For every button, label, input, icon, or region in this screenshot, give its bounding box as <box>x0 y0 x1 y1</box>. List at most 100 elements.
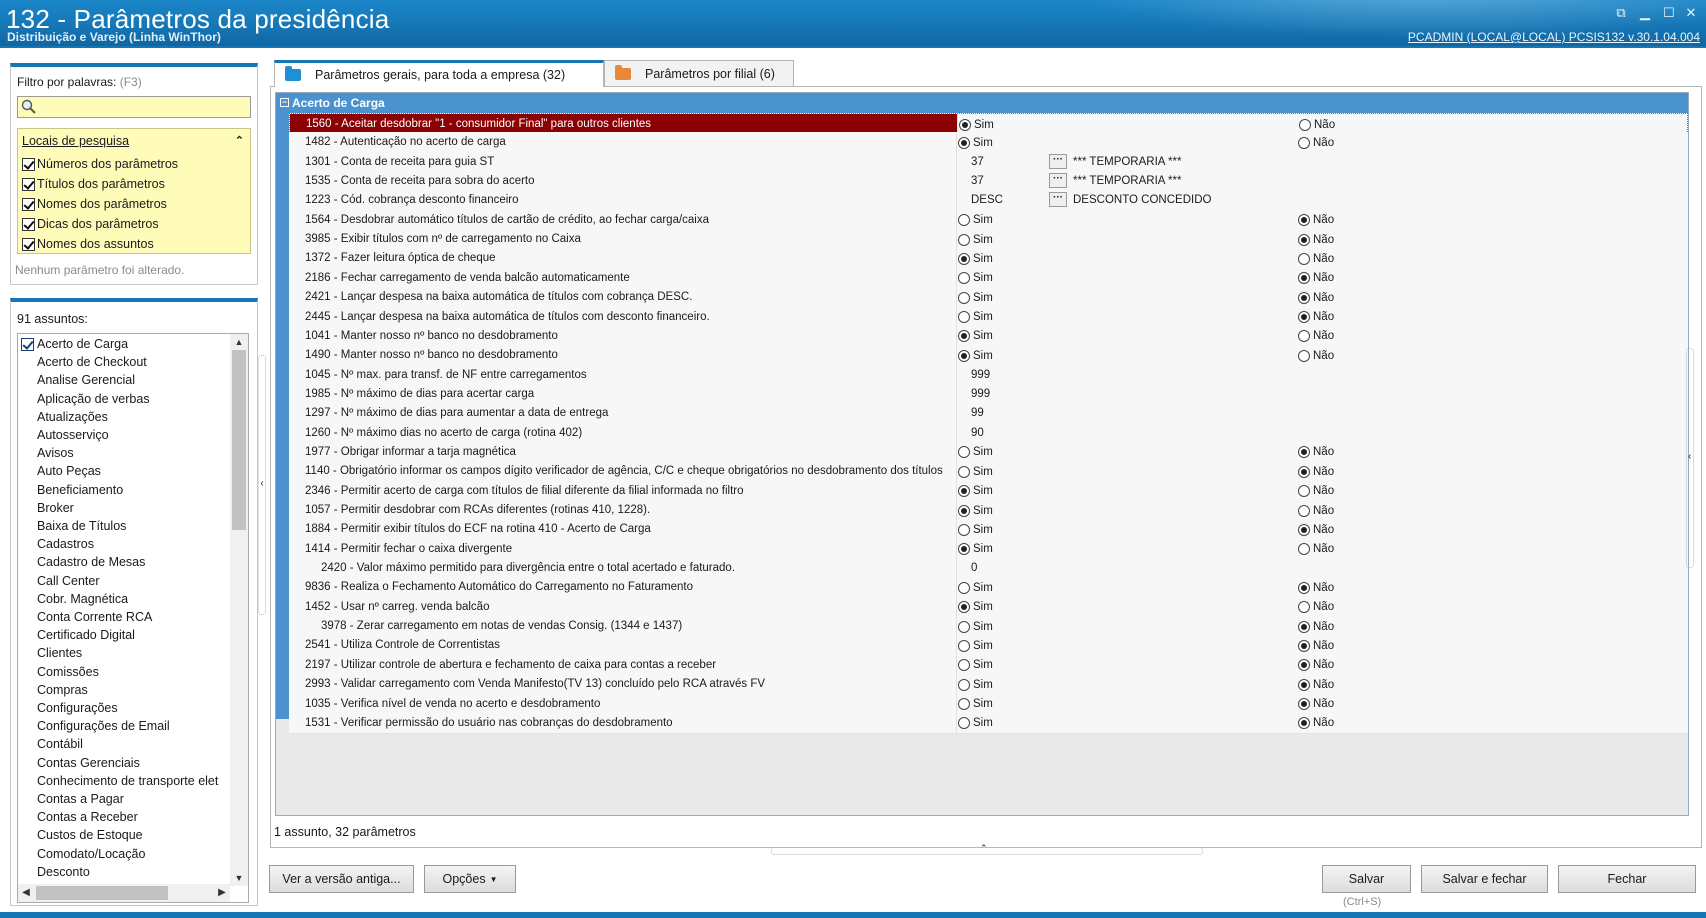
param-row[interactable]: 1564 - Desdobrar automático títulos de c… <box>289 209 1688 231</box>
radio-dot[interactable] <box>1298 214 1310 227</box>
radio-dot[interactable] <box>1298 465 1310 478</box>
param-row[interactable]: 2541 - Utiliza Controle de Correntistas S… <box>289 635 1688 657</box>
radio-dot[interactable] <box>958 581 970 594</box>
search-scope-option[interactable]: Dicas dos parâmetros <box>22 215 159 233</box>
radio-dot[interactable] <box>1298 485 1310 498</box>
radio-dot[interactable] <box>1298 330 1310 343</box>
radio-dot[interactable] <box>1298 504 1310 517</box>
subject-list-item[interactable]: Comissões <box>18 663 228 681</box>
subject-list-item[interactable]: Aplicação de verbas <box>18 390 228 408</box>
param-value[interactable]: 37 <box>971 171 984 191</box>
radio-nao[interactable]: Não <box>1298 698 1334 711</box>
param-row[interactable]: 1884 - Permitir exibir títulos do ECF na… <box>289 519 1688 541</box>
subject-list-item[interactable]: Beneficiamento <box>18 481 228 499</box>
subject-list-item[interactable]: Compras <box>18 681 228 699</box>
radio-dot[interactable] <box>958 620 970 633</box>
radio-sim[interactable]: Sim <box>958 252 993 265</box>
radio-dot[interactable] <box>958 465 970 478</box>
radio-dot[interactable] <box>958 485 970 498</box>
radio-dot[interactable] <box>1298 523 1310 536</box>
radio-sim[interactable]: Sim <box>958 543 993 556</box>
subject-list-item[interactable]: Clientes <box>18 644 228 662</box>
param-row[interactable]: 1372 - Fazer leitura óptica de cheque Sim… <box>289 248 1688 270</box>
radio-dot[interactable] <box>958 678 970 691</box>
radio-dot[interactable] <box>958 698 970 710</box>
radio-dot[interactable] <box>958 543 970 556</box>
radio-dot[interactable] <box>958 291 970 304</box>
radio-nao[interactable]: Não <box>1298 523 1334 536</box>
radio-dot[interactable] <box>1298 717 1310 730</box>
subject-list-item[interactable]: Contábil <box>18 735 228 753</box>
radio-nao[interactable]: Não <box>1298 678 1334 691</box>
radio-sim[interactable]: Sim <box>958 659 993 672</box>
param-row[interactable]: 9836 - Realiza o Fechamento Automático d… <box>289 577 1688 599</box>
radio-sim[interactable]: Sim <box>958 523 993 536</box>
param-row[interactable]: 1260 - Nº máximo dias no acerto de carga… <box>289 422 1688 444</box>
subject-list-item[interactable]: Cadastros <box>18 535 228 553</box>
subject-list-item[interactable]: Atualizações <box>18 408 228 426</box>
radio-dot[interactable] <box>1298 698 1310 710</box>
radio-sim[interactable]: Sim <box>958 349 993 362</box>
checkbox[interactable] <box>22 217 35 231</box>
param-row[interactable]: 1041 - Manter nosso nº banco no desdobra… <box>289 325 1688 347</box>
radio-sim[interactable]: Sim <box>958 601 993 614</box>
radio-dot[interactable] <box>1298 291 1310 304</box>
radio-dot[interactable] <box>958 601 970 614</box>
param-value[interactable]: 90 <box>971 423 984 443</box>
subject-list-item[interactable]: Call Center <box>18 572 228 590</box>
close-icon[interactable]: ✕ <box>1680 5 1702 21</box>
param-row[interactable]: 1535 - Conta de receita para sobra do ac… <box>289 171 1688 193</box>
radio-nao[interactable]: Não <box>1298 136 1334 149</box>
radio-sim[interactable]: Sim <box>958 465 993 478</box>
collapse-group-icon[interactable]: − <box>280 98 289 107</box>
radio-nao[interactable]: Não <box>1298 233 1334 246</box>
radio-nao[interactable]: Não <box>1298 620 1334 633</box>
param-row[interactable]: 1482 - Autenticação no acerto de carga Si… <box>289 132 1688 154</box>
scroll-down-icon[interactable]: ▼ <box>230 870 248 886</box>
subject-list-item[interactable]: Contas a Pagar <box>18 790 228 808</box>
radio-sim[interactable]: Sim <box>958 311 993 324</box>
subject-list-item[interactable]: Cadastro de Mesas <box>18 553 228 571</box>
subject-list-item[interactable]: Cobr. Magnética <box>18 590 228 608</box>
options-button[interactable]: Opções ▼ <box>424 865 516 893</box>
param-row[interactable]: 2420 - Valor máximo permitido para diver… <box>289 558 1688 580</box>
radio-sim[interactable]: Sim <box>958 639 993 652</box>
save-close-button[interactable]: Salvar e fechar <box>1421 865 1548 893</box>
param-value[interactable]: 99 <box>971 403 984 423</box>
radio-nao[interactable]: Não <box>1298 330 1334 343</box>
param-row[interactable]: 1985 - Nº máximo de dias para acertar ca… <box>289 383 1688 405</box>
save-button[interactable]: Salvar <box>1322 865 1411 893</box>
maximize-icon[interactable]: ☐ <box>1658 5 1680 21</box>
tab-general-params[interactable]: Parâmetros gerais, para toda a empresa (… <box>274 60 604 87</box>
search-input[interactable] <box>17 96 251 118</box>
radio-dot[interactable] <box>958 349 970 362</box>
radio-sim[interactable]: Sim <box>958 717 993 730</box>
radio-sim[interactable]: Sim <box>958 504 993 517</box>
param-row[interactable]: 1223 - Cód. cobrança desconto financeiro… <box>289 190 1688 212</box>
radio-sim[interactable]: Sim <box>958 446 993 459</box>
right-splitter-arrow-icon[interactable]: ‹ <box>1688 451 1691 462</box>
param-value[interactable]: 999 <box>971 384 990 404</box>
radio-dot[interactable] <box>958 659 970 672</box>
minimize-icon[interactable]: ▁ <box>1634 5 1656 21</box>
radio-sim[interactable]: Sim <box>958 233 993 246</box>
search-scope-title[interactable]: Locais de pesquisa <box>22 134 129 148</box>
radio-dot[interactable] <box>1298 620 1310 633</box>
radio-sim[interactable]: Sim <box>958 581 993 594</box>
checkbox[interactable] <box>21 338 34 351</box>
radio-nao[interactable]: Não <box>1298 485 1334 498</box>
radio-dot[interactable] <box>959 118 971 131</box>
param-row[interactable]: 1977 - Obrigar informar a tarja magnétic… <box>289 441 1688 463</box>
radio-nao[interactable]: Não <box>1298 272 1334 285</box>
restore-icon[interactable]: ⧉ <box>1610 5 1632 21</box>
radio-dot[interactable] <box>1298 659 1310 672</box>
lookup-button[interactable]: ··· <box>1049 153 1067 169</box>
scroll-up-icon[interactable]: ▲ <box>230 334 248 350</box>
radio-sim[interactable]: Sim <box>959 118 994 131</box>
radio-dot[interactable] <box>1298 136 1310 149</box>
radio-nao[interactable]: Não <box>1298 659 1334 672</box>
radio-sim[interactable]: Sim <box>958 272 993 285</box>
radio-dot[interactable] <box>1298 233 1310 246</box>
radio-nao[interactable]: Não <box>1298 311 1334 324</box>
radio-nao[interactable]: Não <box>1298 465 1334 478</box>
